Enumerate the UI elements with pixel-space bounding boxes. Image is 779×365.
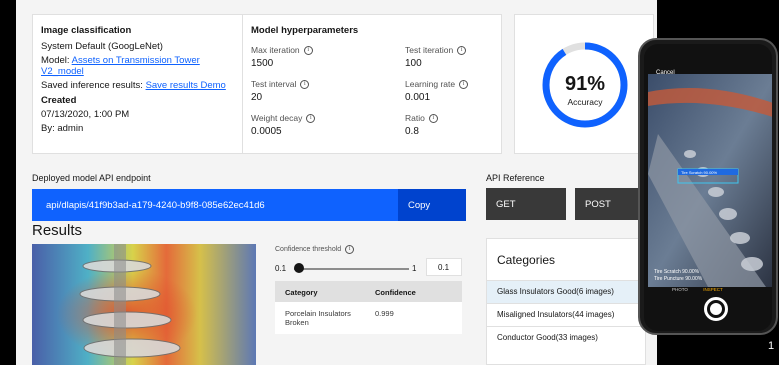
info-icon[interactable]: i — [306, 113, 316, 123]
detection-label: Tire Scratch 90.00% — [681, 170, 718, 175]
cell-category: Porcelain Insulators Broken — [285, 309, 351, 327]
slider-min: 0.1 — [275, 264, 287, 273]
phone-results: Tire Scratch 90.00% Tire Puncture 90.00% — [654, 269, 702, 283]
phone-mockup: Tire Scratch 90.00% Cancel Tire Scratch … — [638, 38, 778, 335]
info-icon[interactable]: i — [457, 45, 467, 55]
accuracy-value: 91% — [564, 73, 606, 95]
heatmap-image — [32, 244, 256, 365]
slider-max: 1 — [412, 264, 417, 273]
hyperparameter-ratio: Ratio i 0.8 — [405, 113, 495, 137]
heatmap-graphic — [32, 244, 256, 365]
confidence-slider-track[interactable] — [294, 268, 409, 270]
hyperparameter-label: Max iteration — [251, 45, 300, 55]
image-classification-card: Image classification System Default (Goo… — [32, 14, 245, 154]
hyperparameter-label: Learning rate — [405, 79, 456, 89]
category-item[interactable]: Conductor Good(33 images) — [487, 326, 645, 349]
accuracy-label: Accuracy — [567, 97, 603, 107]
column-header-confidence: Confidence — [375, 288, 416, 297]
info-icon[interactable]: i — [459, 79, 469, 89]
created-by: By: admin — [41, 123, 84, 134]
info-icon[interactable]: i — [428, 113, 438, 123]
hyperparameter-label: Test interval — [251, 79, 297, 89]
page-number: 1 — [768, 340, 775, 352]
mode-photo[interactable]: PHOTO — [672, 287, 688, 292]
column-header-category: Category — [285, 288, 318, 297]
table-row: Porcelain Insulators Broken 0.999 — [275, 302, 462, 334]
camera-modes: PHOTO INSPECT — [672, 287, 723, 292]
mode-inspect[interactable]: INSPECT — [703, 287, 723, 292]
cell-confidence: 0.999 — [375, 309, 394, 318]
hyperparameter-test-iteration: Test iteration i 100 — [405, 45, 495, 69]
hyperparameter-value: 20 — [251, 92, 263, 103]
hyperparameter-weight-decay: Weight decay i 0.0005 — [251, 113, 405, 137]
info-icon[interactable]: i — [303, 45, 313, 55]
hyperparameter-max-iteration: Max iteration i 1500 — [251, 45, 405, 69]
hyperparameter-label: Ratio — [405, 113, 425, 123]
card-heading: Image classification — [41, 25, 132, 36]
hyperparameter-value: 0.001 — [405, 92, 431, 103]
info-icon[interactable]: i — [300, 79, 310, 89]
hyperparameter-label: Test iteration — [405, 45, 454, 55]
phone-screen: Tire Scratch 90.00% Cancel Tire Scratch … — [644, 44, 772, 331]
card-heading: Model hyperparameters — [251, 25, 359, 36]
cancel-button[interactable]: Cancel — [656, 70, 675, 76]
threshold-input[interactable]: 0.1 — [426, 258, 462, 276]
hyperparameter-value: 1500 — [251, 58, 274, 69]
confidence-threshold-text: Confidence threshold — [275, 246, 342, 253]
endpoint-bar: api/dlapis/41f9b3ad-a179-4240-b9f8-085e6… — [32, 189, 466, 221]
info-icon[interactable]: i — [345, 245, 355, 254]
saved-results-link[interactable]: Save results Demo — [146, 80, 226, 91]
hyperparameter-label: Weight decay — [251, 113, 303, 123]
created-date: 07/13/2020, 1:00 PM — [41, 109, 130, 120]
hyperparameter-test-interval: Test interval i 20 — [251, 79, 405, 103]
hyperparameters-card: Model hyperparameters Max iteration i 150… — [242, 14, 502, 154]
saved-results-label: Saved inference results: — [41, 80, 143, 91]
model-row: Model: Assets on Transmission Tower V2_m… — [41, 55, 236, 77]
categories-panel: Categories Glass Insulators Good(6 image… — [486, 238, 646, 365]
category-item[interactable]: Misaligned Insulators(44 images) — [487, 303, 645, 326]
endpoint-label: Deployed model API endpoint — [32, 173, 151, 183]
camera-view: Tire Scratch 90.00% — [648, 74, 772, 287]
copy-button[interactable]: Copy — [398, 189, 466, 221]
saved-results-row: Saved inference results: Save results De… — [41, 80, 236, 91]
accuracy-card: 91% Accuracy — [514, 14, 654, 154]
get-button[interactable]: GET — [486, 188, 566, 220]
confidence-slider-handle[interactable] — [294, 263, 304, 273]
model-label: Model: — [41, 55, 70, 66]
results-table: Category Confidence Porcelain Insulators… — [275, 281, 462, 334]
results-heading: Results — [32, 222, 83, 239]
hyperparameter-value: 0.0005 — [251, 126, 282, 137]
application-page: Image classification System Default (Goo… — [16, 0, 657, 365]
phone-result-line: Tire Scratch 90.00% — [654, 269, 700, 275]
hyperparameter-value: 100 — [405, 58, 422, 69]
created-heading: Created — [41, 95, 77, 106]
api-reference-label: API Reference — [486, 173, 545, 183]
confidence-threshold-label: Confidence threshold i — [275, 245, 355, 254]
table-header: Category Confidence — [275, 281, 462, 302]
hyperparameter-value: 0.8 — [405, 126, 419, 137]
categories-heading: Categories — [497, 253, 556, 267]
phone-result-line: Tire Puncture 90.00% — [654, 276, 703, 282]
endpoint-url[interactable]: api/dlapis/41f9b3ad-a179-4240-b9f8-085e6… — [46, 200, 265, 211]
hyperparameter-grid: Max iteration i 1500 Test iteration i 100 … — [251, 45, 493, 137]
category-item[interactable]: Glass Insulators Good(6 images) — [487, 280, 645, 303]
hyperparameter-learning-rate: Learning rate i 0.001 — [405, 79, 495, 103]
shutter-button[interactable] — [704, 297, 728, 321]
system-text: System Default (GoogLeNet) — [41, 41, 163, 52]
